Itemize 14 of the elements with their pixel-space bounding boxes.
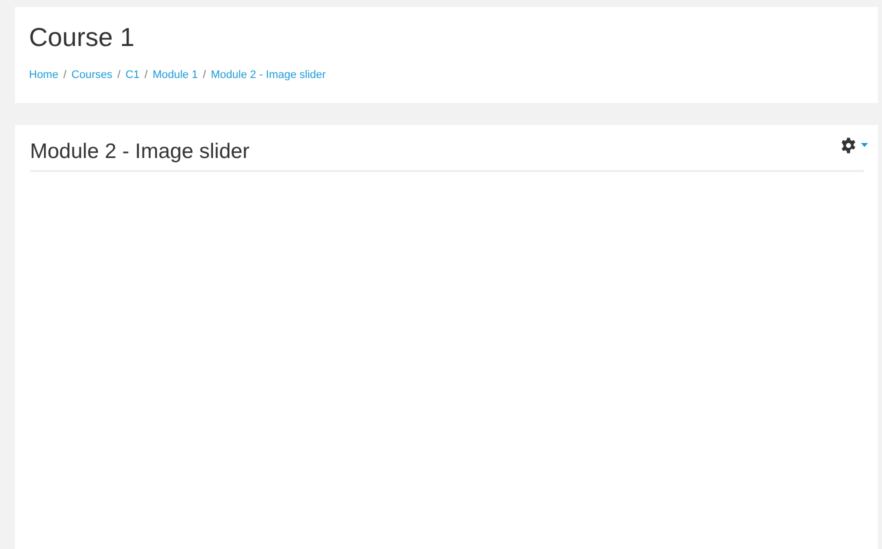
module-title: Module 2 - Image slider — [30, 139, 250, 165]
settings-icon — [840, 137, 857, 154]
settings-menu-button[interactable] — [840, 135, 868, 154]
breadcrumb-separator: / — [63, 69, 66, 81]
breadcrumb-link[interactable]: C1 — [125, 69, 140, 81]
caret-icon — [861, 143, 868, 148]
breadcrumb-link[interactable]: Courses — [71, 69, 112, 81]
breadcrumb-separator: / — [144, 69, 148, 81]
breadcrumb-link[interactable]: Module 1 — [152, 69, 198, 81]
page-title: Course 1 — [29, 21, 136, 53]
breadcrumb-separator: / — [202, 69, 206, 81]
breadcrumb-link[interactable]: Module 2 - Image slider — [210, 69, 326, 81]
breadcrumb-link[interactable]: Home — [29, 69, 58, 81]
breadcrumb-separator: / — [117, 69, 120, 81]
